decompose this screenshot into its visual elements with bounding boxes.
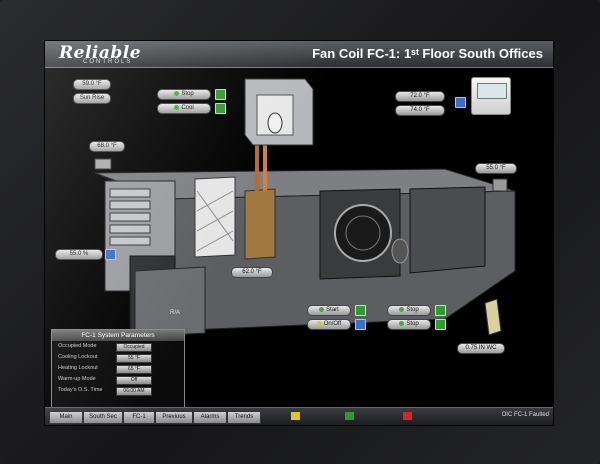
ma-temp-readout: 62.0 °F [231,267,273,278]
param-value[interactable]: Occupied [116,343,152,352]
sa-temp-readout: 55.0 °F [475,163,517,174]
zone-setpoint-readout[interactable]: 74.0 °F [395,105,445,116]
alarm-yellow-icon[interactable] [291,412,300,420]
ra-humidity-readout: 55.0 % [55,249,103,260]
oa-status-readout: Sun Rise [73,93,111,104]
param-value[interactable]: Off [116,376,152,385]
panel-title: FC-1 System Parameters [52,330,184,341]
discharge-plenum [409,186,486,274]
zone-temp-readout: 72.0 °F [395,91,445,102]
ra-humidity-button[interactable] [105,249,116,260]
tab-main[interactable]: Main [49,411,83,424]
oa-temp-readout: 59.0 °F [73,79,111,90]
param-row-heating: Heating Lockout 65 °F [52,363,184,374]
valve-cool-green-button[interactable] [215,103,226,114]
thermostat-icon[interactable] [471,77,511,115]
zone-setpoint-button[interactable] [455,97,466,108]
tab-south-sec[interactable]: South Sec [83,411,123,424]
fan-stop-command[interactable]: Stop [387,305,431,316]
ra-temp-readout: 68.0 °F [89,141,125,152]
param-value[interactable]: 06:00 AM [116,387,152,396]
heating-coil [244,188,276,260]
fan-start-green-button[interactable] [355,305,366,316]
param-row-os-time: Today's O.S. Time 06:00 AM [52,385,184,396]
fan-motor [391,238,409,264]
sa-sensor [492,178,508,192]
fan-stop2-command[interactable]: Stop [387,319,431,330]
filter [194,176,236,258]
damper-actuator [484,298,502,336]
ra-tag: R/A [169,310,180,316]
navigation-bar: Main South Sec FC-1 Previous Alarms Tren… [45,407,553,425]
alarm-red-icon[interactable] [403,412,412,420]
control-valve [267,112,283,134]
tab-previous[interactable]: Previous [155,411,193,424]
damper-louvers [109,188,151,246]
fan-start-command[interactable]: Start [307,305,351,316]
param-row-occupied: Occupied Mode Occupied [52,341,184,352]
fan-onoff-command[interactable]: On/Off [307,319,351,330]
tab-alarms[interactable]: Alarms [193,411,227,424]
param-row-warmup: Warm-up Mode Off [52,374,184,385]
param-value[interactable]: 55 °F [116,354,152,363]
fan-wheel [334,204,392,262]
alarm-green-icon[interactable] [345,412,354,420]
tab-fc1[interactable]: FC-1 [123,411,155,424]
valve-stop-command[interactable]: Stop [157,89,211,100]
return-duct [134,266,206,338]
status-footer: OIC FC-1 Faulted [501,412,549,418]
param-value[interactable]: 65 °F [116,365,152,374]
param-row-cooling: Cooling Lockout 55 °F [52,352,184,363]
ra-sensor [94,158,112,170]
valve-stop-green-button[interactable] [215,89,226,100]
static-pressure-readout: 0.75 IN WC [457,343,505,354]
fan-stop2-green-button[interactable] [435,319,446,330]
valve-cool-command[interactable]: Cool [157,103,211,114]
fan-stop-green-button[interactable] [435,305,446,316]
fan-onoff-blue-button[interactable] [355,319,366,330]
hmi-screen: Reliable CONTROLS Fan Coil FC-1: 1ˢᵗ Flo… [44,40,554,426]
system-parameters-panel: FC-1 System Parameters Occupied Mode Occu… [51,329,185,411]
tab-trends[interactable]: Trends [227,411,261,424]
